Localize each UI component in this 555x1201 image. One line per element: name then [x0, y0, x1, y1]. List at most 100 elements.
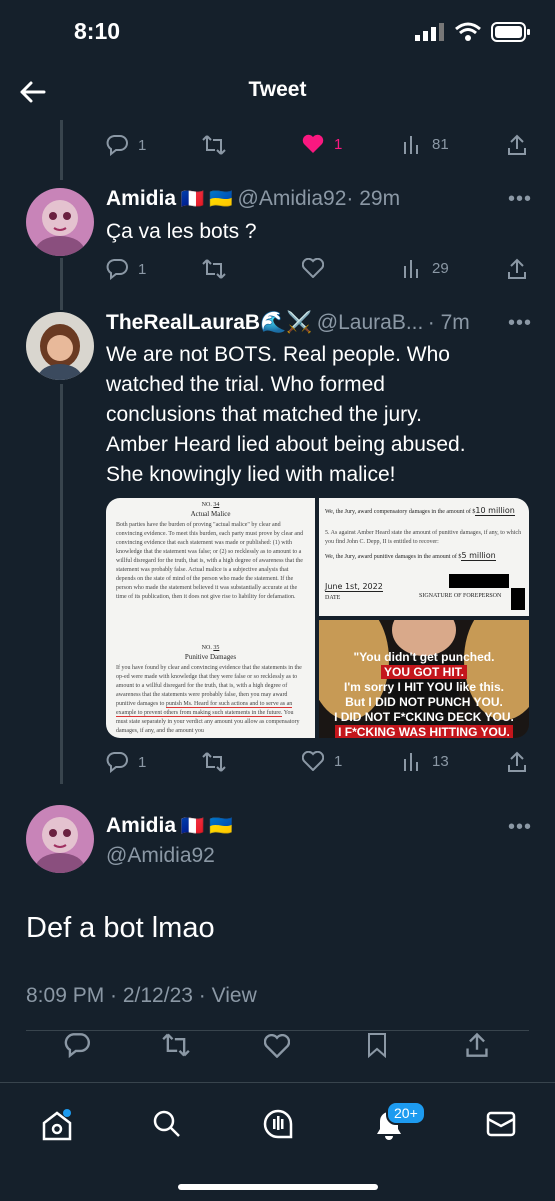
avatar[interactable]	[26, 805, 94, 873]
reply-button[interactable]: 1	[106, 134, 146, 156]
reply-count: 1	[138, 753, 147, 771]
tab-spaces[interactable]	[262, 1107, 294, 1146]
quote-line: But I DID NOT PUNCH YOU.	[345, 695, 503, 709]
home-icon	[42, 1109, 72, 1141]
like-count: 1	[334, 135, 343, 153]
more-options-icon[interactable]: •••	[508, 312, 532, 335]
main-tweet-actions	[0, 1032, 555, 1062]
avatar[interactable]	[26, 188, 94, 256]
share-icon[interactable]	[464, 1032, 490, 1058]
text-line: watched the trial. Who formed	[106, 373, 385, 396]
bookmark-icon[interactable]	[366, 1032, 388, 1058]
timestamp: · 29m	[346, 187, 401, 210]
avatar-image	[26, 312, 94, 380]
flag-emojis: 🇫🇷 🇺🇦	[180, 816, 234, 837]
tweet-media[interactable]: NO. 34 Actual Malice Both parties have t…	[106, 498, 529, 738]
handle[interactable]: @Amidia92	[238, 187, 347, 210]
display-name[interactable]: TheRealLauraB🌊⚔️	[106, 311, 312, 334]
wifi-icon	[455, 22, 481, 41]
home-indicator	[178, 1184, 378, 1190]
reply-icon	[106, 259, 128, 280]
verdict-amount: 10 million	[475, 506, 515, 516]
views-button[interactable]: 81	[402, 134, 449, 154]
text-line: She knowingly lied with malice!	[106, 463, 396, 486]
retweet-button[interactable]	[202, 751, 226, 773]
views-icon	[404, 260, 418, 278]
tweet-text: Def a bot lmao	[26, 912, 215, 944]
reply-button[interactable]: 1	[106, 258, 146, 280]
heart-icon[interactable]	[264, 1034, 290, 1058]
views-count: 29	[432, 259, 449, 277]
mail-icon	[486, 1111, 516, 1137]
retweet-icon	[202, 135, 226, 155]
tweet-meta[interactable]: 8:09 PM · 2/12/23 · View	[26, 984, 257, 1008]
more-options-icon[interactable]: •••	[508, 816, 532, 839]
text-line: We are not BOTS. Real people. Who	[106, 343, 450, 366]
share-icon[interactable]	[506, 258, 528, 280]
notification-badge: 20+	[386, 1101, 426, 1125]
avatar[interactable]	[26, 312, 94, 380]
views-button[interactable]: 29	[402, 258, 449, 278]
heart-icon	[302, 751, 324, 771]
views-count: 13	[432, 752, 449, 770]
doc-heading: Actual Malice	[190, 510, 231, 518]
share-icon[interactable]	[506, 134, 528, 156]
tab-search[interactable]	[152, 1109, 182, 1144]
verdict-line: We, the Jury, award punitive damages in …	[325, 554, 462, 560]
more-options-icon[interactable]: •••	[508, 188, 532, 211]
main-tweet: Amidia 🇫🇷 🇺🇦 @Amidia92 ••• Def a bot lma…	[0, 800, 555, 1030]
reply-button[interactable]: 1	[106, 751, 146, 773]
timestamp: · 7m	[427, 311, 470, 334]
top-nav: Tweet	[0, 64, 555, 120]
like-count: 1	[334, 752, 343, 770]
quote-line: I DID NOT F*CKING DECK YOU.	[334, 710, 514, 724]
spaces-icon	[263, 1109, 293, 1139]
media-verdict-form[interactable]: We, the Jury, award compensatory damages…	[319, 498, 529, 616]
battery-icon	[491, 22, 530, 42]
tab-notifications[interactable]: 20+	[374, 1101, 426, 1146]
tweet-text: We are not BOTS. Real people. Who watche…	[106, 340, 546, 490]
reply-icon	[106, 135, 128, 156]
like-button[interactable]: 1	[302, 134, 342, 154]
handle[interactable]: @Amidia92	[106, 844, 215, 868]
reply-icon[interactable]	[64, 1032, 90, 1058]
views-button[interactable]: 13	[402, 751, 449, 771]
search-icon	[153, 1110, 180, 1137]
reply-count: 1	[138, 136, 147, 154]
status-time: 8:10	[74, 18, 121, 44]
tweet-actions: 1 1 13	[0, 751, 555, 781]
share-icon[interactable]	[506, 751, 528, 773]
text-line: conclusions that matched the jury.	[106, 403, 422, 426]
tab-home[interactable]	[40, 1109, 74, 1146]
tweet-actions: 1 1 81	[0, 130, 555, 160]
tab-messages[interactable]	[486, 1111, 516, 1142]
views-icon	[404, 753, 418, 771]
tweet-text: Ça va les bots ?	[106, 220, 257, 243]
retweet-icon[interactable]	[162, 1032, 190, 1058]
redaction	[449, 574, 509, 588]
media-quote-image[interactable]: "You didn't get punched. YOU GOT HIT. I'…	[319, 620, 529, 738]
heart-icon	[302, 258, 324, 278]
doc-heading: Punitive Damages	[184, 653, 237, 661]
retweet-icon	[202, 752, 226, 772]
handle[interactable]: @LauraB...	[317, 311, 424, 334]
signal-icon	[415, 23, 444, 41]
quote-line: I F*CKING WAS HITTING YOU.	[335, 725, 513, 738]
page-title: Tweet	[248, 78, 307, 101]
verdict-amount: 5 million	[461, 551, 496, 561]
status-icons	[415, 22, 531, 42]
quote-line: "You didn't get punched.	[353, 650, 495, 664]
quote-line: I'm sorry I HIT YOU like this.	[343, 680, 504, 694]
display-name[interactable]: Amidia	[106, 814, 176, 837]
reply-count: 1	[138, 260, 147, 278]
display-name[interactable]: Amidia	[106, 187, 176, 210]
like-button[interactable]	[302, 258, 324, 278]
avatar-image	[26, 188, 94, 256]
like-button[interactable]: 1	[302, 751, 342, 771]
retweet-button[interactable]	[202, 134, 226, 156]
signature-label: SIGNATURE OF FOREPERSON	[419, 593, 502, 599]
heart-filled-icon	[302, 134, 324, 153]
status-bar: 8:10	[0, 0, 555, 64]
retweet-button[interactable]	[202, 258, 226, 280]
media-verdict-document[interactable]: NO. 34 Actual Malice Both parties have t…	[106, 498, 315, 738]
